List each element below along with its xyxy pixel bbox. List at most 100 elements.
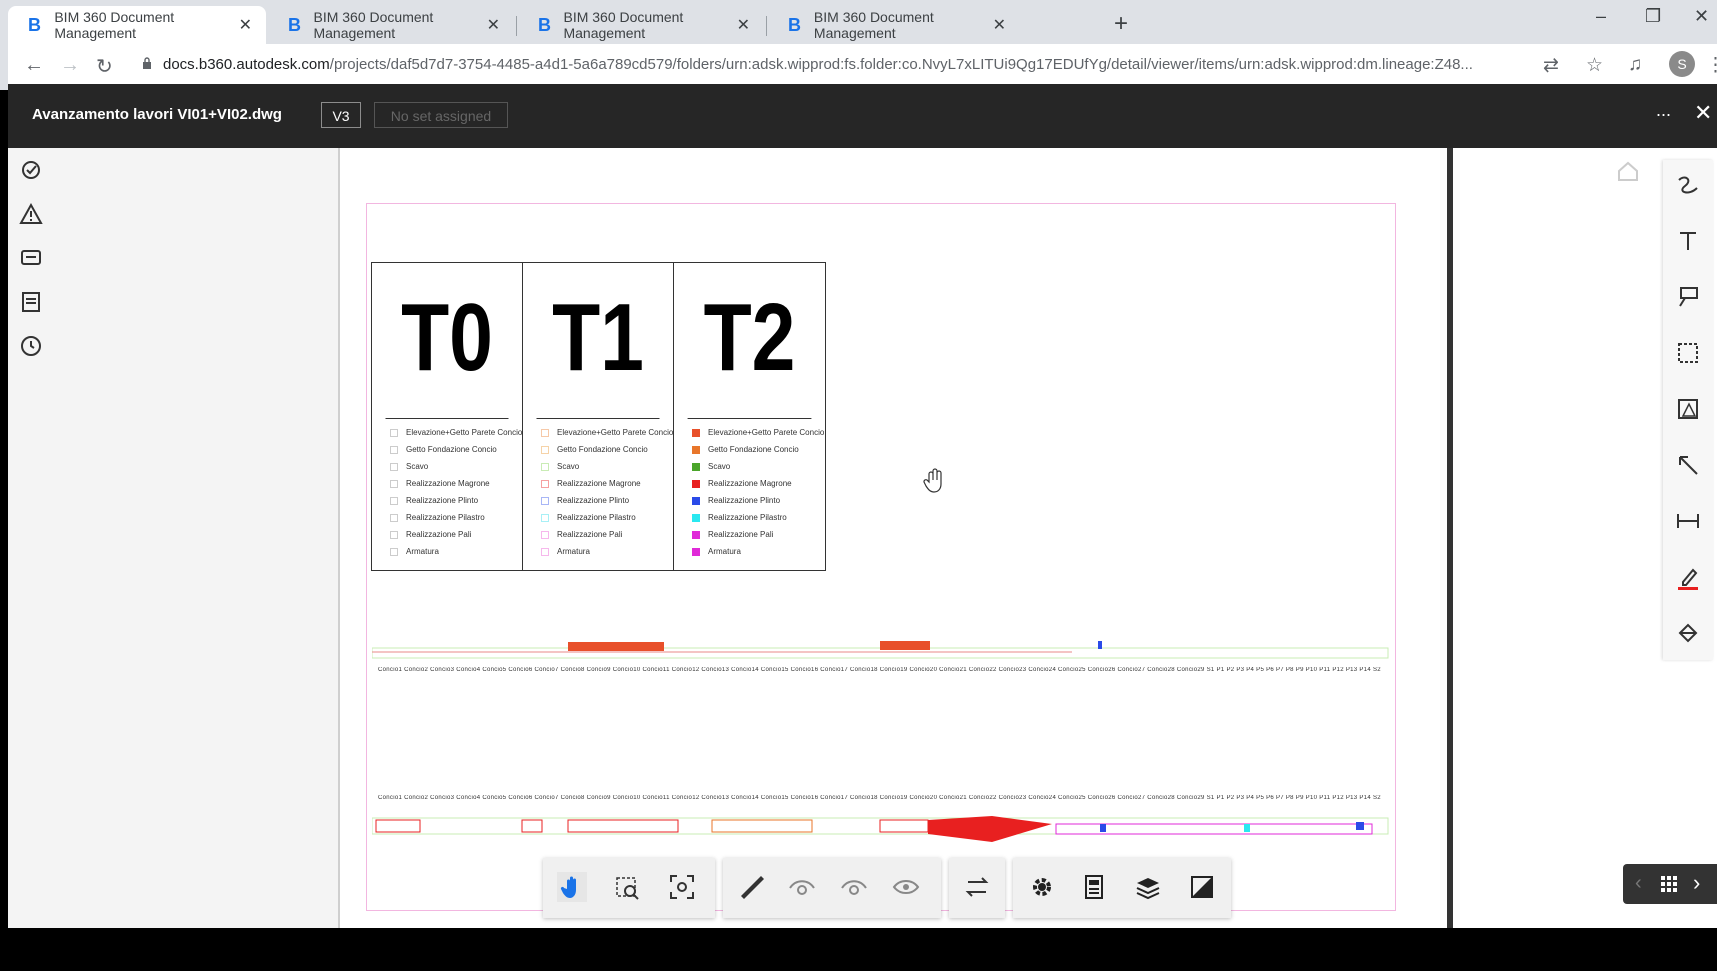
document-title: Avanzamento lavori VI01+VI02.dwg	[32, 106, 282, 123]
zoom-window-icon[interactable]	[613, 872, 643, 902]
tab-close-icon[interactable]: ✕	[993, 15, 1006, 35]
previous-sheet-button[interactable]: ‹	[1635, 872, 1642, 895]
measure-ruler-icon[interactable]	[737, 872, 767, 902]
tab-close-icon[interactable]: ✕	[239, 15, 252, 35]
bottom-element-strip	[372, 816, 1389, 842]
fullscreen-icon[interactable]	[1187, 872, 1217, 902]
freehand-icon[interactable]	[1675, 172, 1701, 198]
legend-swatch	[692, 547, 700, 556]
legend-swatch	[541, 547, 549, 556]
rectangle-icon[interactable]	[1675, 340, 1701, 366]
bim360-logo-icon: B	[538, 15, 551, 35]
minimize-window-icon[interactable]: –	[1596, 6, 1606, 27]
more-options-icon[interactable]: ...	[1656, 100, 1671, 121]
sheet-list-icon[interactable]	[19, 290, 43, 314]
legend-row: Realizzazione Pali	[692, 530, 773, 539]
next-sheet-button[interactable]: ›	[1693, 870, 1700, 896]
legend-label: Realizzazione Pilastro	[708, 513, 787, 522]
legend-swatch	[390, 547, 398, 556]
legend-label: Realizzazione Pali	[708, 530, 774, 539]
legend-row: Elevazione+Getto Parete Concio	[541, 428, 673, 437]
markup-toolbar	[1663, 160, 1713, 660]
pen-color-icon[interactable]	[1675, 564, 1701, 590]
bookmark-star-icon[interactable]: ☆	[1586, 54, 1603, 77]
browser-menu-icon[interactable]: ⋮	[1706, 54, 1717, 77]
reload-icon[interactable]: ↻	[96, 54, 113, 79]
legend-swatch	[692, 445, 700, 454]
home-view-icon[interactable]	[1616, 160, 1640, 182]
legend-label: Scavo	[708, 462, 731, 471]
legend-swatch	[692, 513, 700, 522]
legend-swatch	[541, 445, 549, 454]
legend-row: Realizzazione Pilastro	[692, 513, 787, 522]
set-assignment-button[interactable]: No set assigned	[374, 102, 508, 128]
legend-column-t1: T1 Elevazione+Getto Parete Concio Getto F…	[523, 263, 674, 570]
text-icon[interactable]	[1675, 228, 1701, 254]
toolbar-group-navigation	[543, 858, 715, 918]
close-viewer-icon[interactable]: ✕	[1694, 100, 1712, 126]
browser-tab-1[interactable]: B BIM 360 Document Management ✕	[8, 6, 266, 44]
issue-warning-icon[interactable]	[19, 202, 43, 226]
legend-swatch	[390, 479, 398, 488]
legend-row: Scavo	[541, 462, 579, 471]
legend-table: T0 Elevazione+Getto Parete Concio Getto F…	[371, 262, 826, 571]
browser-tab-2[interactable]: B BIM 360 Document Management ✕	[268, 6, 514, 44]
rfi-comment-icon[interactable]	[19, 246, 43, 270]
version-badge[interactable]: V3	[321, 102, 361, 128]
toolbar-group-compare	[949, 858, 1005, 918]
browser-tab-4[interactable]: B BIM 360 Document Management ✕	[768, 6, 1098, 44]
fill-icon[interactable]	[1675, 620, 1701, 646]
sheet-edge	[338, 148, 340, 928]
legend-label: Realizzazione Plinto	[406, 496, 479, 505]
profile-avatar[interactable]: S	[1669, 51, 1695, 77]
legend-row: Realizzazione Plinto	[692, 496, 780, 505]
markup-check-icon[interactable]	[19, 158, 43, 182]
legend-label: Realizzazione Pilastro	[557, 513, 636, 522]
tab-close-icon[interactable]: ✕	[487, 15, 500, 35]
legend-label: Scavo	[557, 462, 580, 471]
translate-icon[interactable]: ⇄	[1543, 54, 1559, 77]
browser-tab-3[interactable]: B BIM 360 Document Management ✕	[518, 6, 764, 44]
fit-to-view-icon[interactable]	[667, 872, 697, 902]
tab-close-icon[interactable]: ✕	[737, 15, 750, 35]
legend-label: Realizzazione Pilastro	[406, 513, 485, 522]
forward-icon[interactable]: →	[60, 54, 80, 77]
cloud-icon[interactable]	[1675, 396, 1701, 422]
maximize-window-icon[interactable]: ❐	[1645, 6, 1661, 27]
lock-icon	[143, 57, 151, 69]
back-icon[interactable]: ←	[24, 54, 44, 77]
properties-icon[interactable]	[1079, 872, 1109, 902]
legend-swatch	[390, 445, 398, 454]
grid-icon[interactable]	[1661, 876, 1677, 892]
new-tab-button[interactable]: +	[1114, 10, 1128, 38]
arrow-icon[interactable]	[1675, 452, 1701, 478]
history-clock-icon[interactable]	[19, 334, 43, 358]
compare-arrows-icon[interactable]	[962, 872, 992, 902]
legend-row: Realizzazione Pilastro	[390, 513, 485, 522]
markup-hide-icon[interactable]	[787, 872, 817, 902]
viewer-header: Avanzamento lavori VI01+VI02.dwg V3 No s…	[8, 84, 1717, 148]
tab-strip: B BIM 360 Document Management ✕ B BIM 36…	[8, 0, 1717, 44]
legend-row: Realizzazione Plinto	[390, 496, 478, 505]
legend-label: Realizzazione Pali	[406, 530, 472, 539]
legend-row: Elevazione+Getto Parete Concio	[692, 428, 824, 437]
dimension-icon[interactable]	[1675, 508, 1701, 534]
url-field[interactable]: docs.b360.autodesk.com/projects/daf5d7d7…	[163, 56, 1533, 73]
layers-icon[interactable]	[1133, 872, 1163, 902]
bim360-logo-icon: B	[788, 15, 801, 35]
markup-show-icon[interactable]	[839, 872, 869, 902]
close-window-icon[interactable]: ✕	[1694, 6, 1709, 27]
legend-label: Scavo	[406, 462, 429, 471]
legend-swatch	[390, 462, 398, 471]
url-path: /projects/daf5d7d7-3754-4485-a4d1-5a6a78…	[329, 56, 1473, 73]
left-toolbar	[8, 148, 53, 928]
settings-gear-icon[interactable]	[1027, 872, 1057, 902]
legend-row: Realizzazione Pali	[541, 530, 622, 539]
tab-separator	[766, 16, 767, 36]
pan-hand-icon[interactable]	[557, 872, 587, 902]
callout-icon[interactable]	[1675, 284, 1701, 310]
legend-swatch	[692, 479, 700, 488]
markup-visibility-icon[interactable]	[891, 872, 921, 902]
legend-swatch	[390, 513, 398, 522]
media-control-icon[interactable]: ♫	[1628, 54, 1642, 76]
